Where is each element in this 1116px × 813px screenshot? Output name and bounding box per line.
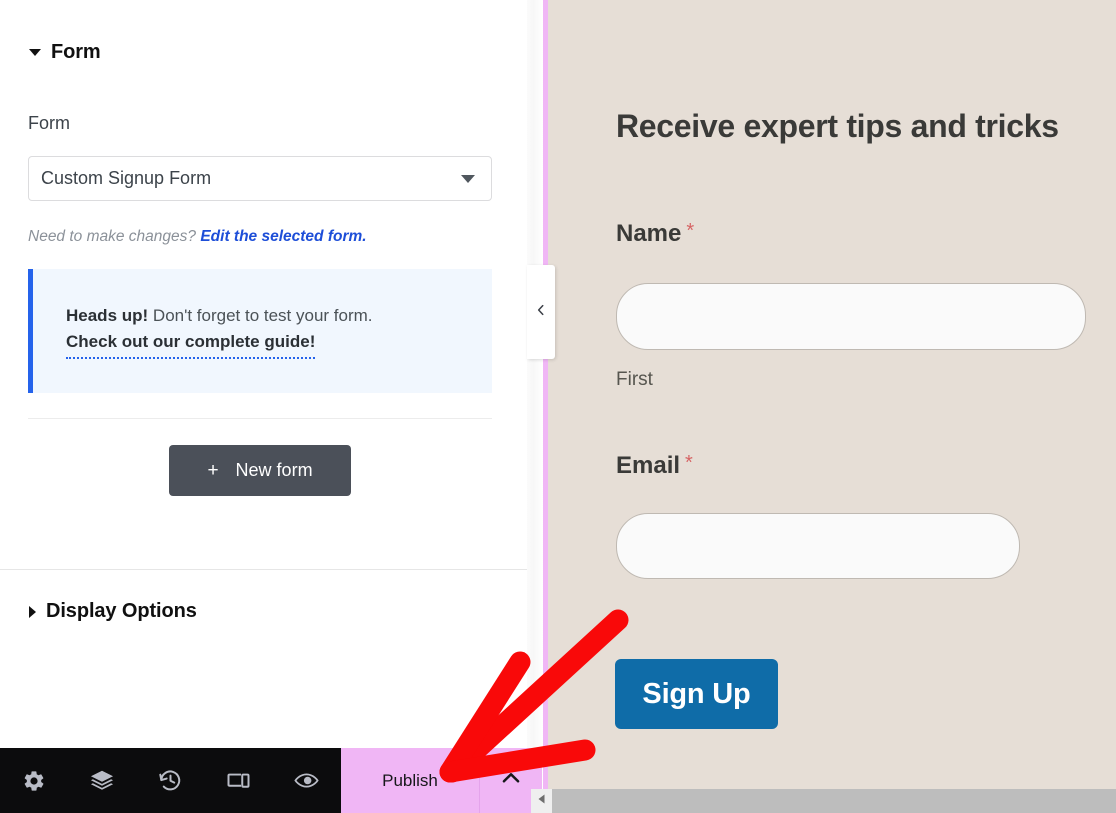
notice-strong: Heads up! bbox=[66, 305, 149, 325]
triangle-left-icon bbox=[537, 792, 547, 810]
preview-name-label-text: Name bbox=[616, 220, 682, 247]
responsive-mode-button[interactable] bbox=[204, 748, 272, 813]
preview-email-label-text: Email bbox=[616, 452, 681, 479]
toolbar-icon-group bbox=[0, 748, 341, 813]
preview-name-sublabel: First bbox=[616, 369, 653, 390]
new-form-button[interactable]: + New form bbox=[169, 445, 351, 496]
settings-button[interactable] bbox=[0, 748, 68, 813]
edit-selected-form-link[interactable]: Edit the selected form. bbox=[200, 228, 366, 245]
display-options-section: Display Options bbox=[0, 571, 527, 748]
notice-body: Don't forget to test your form. bbox=[148, 305, 373, 325]
canvas-horizontal-scrollbar[interactable] bbox=[531, 789, 1116, 813]
display-options-header[interactable]: Display Options bbox=[29, 600, 197, 623]
gear-icon bbox=[22, 769, 46, 793]
preview-name-label: Name * bbox=[616, 220, 694, 248]
plus-icon: + bbox=[207, 460, 219, 481]
editor-sidebar: Form Form Custom Signup Form Need to mak… bbox=[0, 0, 527, 813]
publish-button[interactable]: Publish bbox=[341, 748, 480, 813]
publish-area: Publish bbox=[341, 748, 542, 813]
display-options-title: Display Options bbox=[46, 600, 197, 622]
sign-up-button[interactable]: Sign Up bbox=[615, 659, 778, 729]
preview-email-label: Email * bbox=[616, 452, 693, 480]
eye-icon bbox=[293, 767, 320, 794]
layers-icon bbox=[89, 768, 115, 794]
collapse-sidebar-tab[interactable] bbox=[527, 265, 555, 359]
chevron-up-icon bbox=[498, 765, 524, 796]
responsive-icon bbox=[226, 768, 251, 793]
form-section-header[interactable]: Form bbox=[29, 41, 101, 64]
chevron-down-icon bbox=[461, 174, 475, 183]
required-asterisk: * bbox=[685, 452, 693, 474]
caret-right-icon bbox=[29, 605, 36, 618]
preview-button[interactable] bbox=[272, 748, 340, 813]
edit-form-help: Need to make changes? Edit the selected … bbox=[28, 228, 367, 246]
history-icon bbox=[158, 768, 183, 793]
form-select[interactable]: Custom Signup Form bbox=[28, 156, 492, 201]
navigator-button[interactable] bbox=[68, 748, 136, 813]
sidebar-scroll-strip[interactable] bbox=[527, 0, 543, 813]
form-select-value: Custom Signup Form bbox=[41, 168, 212, 188]
editor-screen: Form Form Custom Signup Form Need to mak… bbox=[0, 0, 1116, 813]
form-field-label: Form bbox=[28, 113, 70, 133]
preview-email-input[interactable] bbox=[616, 513, 1020, 579]
new-form-button-label: New form bbox=[235, 460, 313, 480]
revisions-button[interactable] bbox=[136, 748, 204, 813]
required-asterisk: * bbox=[686, 220, 695, 242]
help-text: Need to make changes? bbox=[28, 228, 201, 245]
notice-text: Heads up! Don't forget to test your form… bbox=[66, 303, 492, 329]
chevron-left-icon bbox=[534, 303, 548, 322]
section-divider bbox=[28, 418, 492, 419]
caret-down-icon bbox=[29, 49, 41, 56]
form-preview-canvas: Receive expert tips and tricks Name * Fir… bbox=[548, 0, 1116, 789]
heads-up-notice: Heads up! Don't forget to test your form… bbox=[28, 269, 492, 393]
editor-bottom-toolbar: Publish bbox=[0, 748, 542, 813]
complete-guide-link[interactable]: Check out our complete guide! bbox=[66, 329, 316, 360]
scroll-left-button[interactable] bbox=[531, 789, 552, 813]
preview-heading: Receive expert tips and tricks bbox=[616, 108, 1059, 144]
scroll-track[interactable] bbox=[552, 789, 1116, 813]
form-settings-section: Form Form Custom Signup Form Need to mak… bbox=[0, 0, 527, 570]
publish-button-label: Publish bbox=[382, 770, 438, 790]
preview-name-input[interactable] bbox=[616, 283, 1086, 350]
form-section-title: Form bbox=[51, 41, 101, 63]
